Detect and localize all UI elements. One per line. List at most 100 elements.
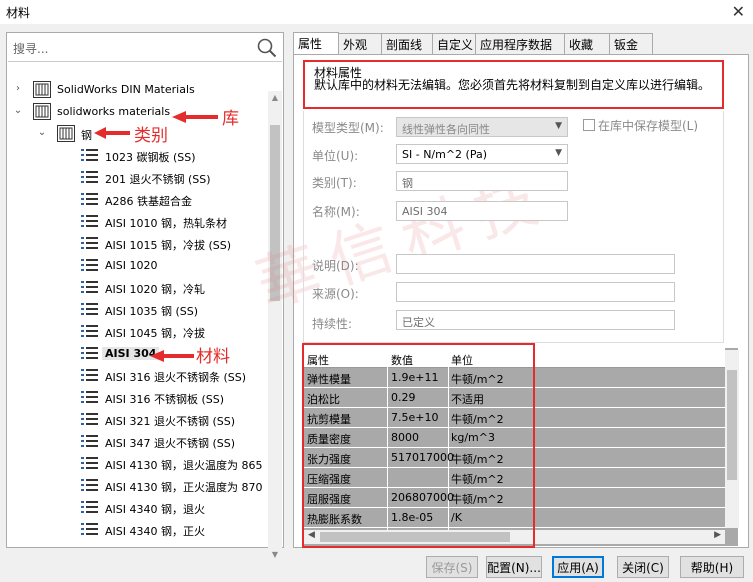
- material-label: AISI 347 退火不锈钢 (SS): [105, 437, 236, 450]
- material-label: AISI 1010 钢，热轧条材: [105, 217, 227, 230]
- tab-6[interactable]: 钣金: [609, 33, 653, 54]
- library-annotation-arrow-icon: [172, 111, 218, 123]
- material-icon: [81, 258, 98, 273]
- name-label: 名称(M):: [312, 205, 360, 219]
- save-in-library-label: 在库中保存模型(L): [598, 119, 699, 133]
- library-icon: [33, 103, 51, 120]
- tab-4[interactable]: 应用程序数据: [475, 33, 565, 54]
- material-tree[interactable]: › SolidWorks DIN Materials ⌄ solidworks mat…: [7, 79, 269, 547]
- chevron-down-icon[interactable]: ⌄: [37, 127, 47, 138]
- material-icon: [81, 412, 98, 427]
- close-button[interactable]: 关闭(C): [617, 556, 669, 578]
- tree-material-item[interactable]: AISI 1020 钢，冷轧: [7, 277, 269, 299]
- library-icon: [33, 81, 51, 98]
- tree-material-item[interactable]: AISI 1010 钢，热轧条材: [7, 211, 269, 233]
- apply-button[interactable]: 应用(A): [552, 556, 604, 578]
- chevron-down-icon[interactable]: ▼: [555, 148, 562, 158]
- material-icon: [81, 170, 98, 185]
- tab-2[interactable]: 剖面线: [381, 33, 433, 54]
- material-label: AISI 1045 钢，冷拔: [105, 327, 205, 340]
- search-icon[interactable]: [256, 37, 278, 59]
- tree-material-item[interactable]: AISI 321 退火不锈钢 (SS): [7, 409, 269, 431]
- sustainability-value: 已定义: [402, 316, 435, 329]
- tree-material-item[interactable]: AISI 1035 钢 (SS): [7, 299, 269, 321]
- material-label: AISI 4340 钢，正火: [105, 525, 205, 538]
- model-type-select: 线性弹性各向同性 ▼: [396, 117, 568, 137]
- table-vertical-scrollbar[interactable]: [725, 350, 739, 528]
- search-input[interactable]: 搜寻...: [13, 40, 48, 57]
- tree-library-item[interactable]: › SolidWorks DIN Materials: [7, 79, 269, 101]
- description-field[interactable]: [396, 254, 675, 274]
- help-button[interactable]: 帮助(H): [680, 556, 744, 578]
- tree-material-item[interactable]: AISI 1045 钢，冷拔: [7, 321, 269, 343]
- tree-scrollbar[interactable]: ▲ ▼: [268, 91, 282, 561]
- scroll-right-icon[interactable]: ▶: [714, 530, 721, 540]
- tree-material-item[interactable]: A286 铁基超合金: [7, 189, 269, 211]
- units-select[interactable]: SI - N/m^2 (Pa) ▼: [396, 144, 568, 164]
- tree-material-item[interactable]: AISI 316 退火不锈钢条 (SS): [7, 365, 269, 387]
- tab-5[interactable]: 收藏: [564, 33, 610, 54]
- sustainability-field[interactable]: 已定义: [396, 310, 675, 330]
- material-icon: [81, 522, 98, 537]
- tree-material-item[interactable]: AISI 1015 钢，冷拔 (SS): [7, 233, 269, 255]
- material-label: AISI 1035 钢 (SS): [105, 305, 199, 318]
- library-label: SolidWorks DIN Materials: [57, 83, 195, 96]
- tree-material-item[interactable]: 1023 碳钢板 (SS): [7, 145, 269, 167]
- name-value: AISI 304: [402, 205, 448, 218]
- material-label: AISI 1020: [105, 259, 158, 272]
- tree-material-item[interactable]: AISI 1020: [7, 255, 269, 277]
- tree-material-item[interactable]: AISI 347 退火不锈钢 (SS): [7, 431, 269, 453]
- tree-material-item[interactable]: 201 退火不锈钢 (SS): [7, 167, 269, 189]
- material-icon: [81, 148, 98, 163]
- material-icon: [81, 324, 98, 339]
- sustainability-label: 持续性:: [312, 317, 353, 331]
- tab-0[interactable]: 属性: [293, 32, 339, 55]
- material-annotation: 材料: [196, 347, 230, 367]
- chevron-down-icon: ▼: [555, 121, 562, 131]
- name-field[interactable]: AISI 304: [396, 201, 568, 221]
- scroll-up-icon[interactable]: ▲: [268, 93, 282, 102]
- tree-material-item[interactable]: AISI 316 不锈钢板 (SS): [7, 387, 269, 409]
- material-icon: [81, 280, 98, 295]
- save-in-library-checkbox[interactable]: [583, 119, 595, 131]
- material-label: AISI 4130 钢，正火温度为 870: [105, 481, 263, 494]
- material-label: 201 退火不锈钢 (SS): [105, 173, 211, 186]
- source-label: 来源(O):: [312, 287, 359, 301]
- material-label: AISI 4130 钢，退火温度为 865: [105, 459, 263, 472]
- close-icon[interactable]: ✕: [732, 2, 745, 21]
- tree-material-item[interactable]: AISI 4130 钢，退火温度为 865: [7, 453, 269, 475]
- category-field[interactable]: 钢: [396, 171, 568, 191]
- tree-scroll-thumb[interactable]: [270, 125, 280, 301]
- tree-material-item[interactable]: AISI 4340 钢，正火: [7, 519, 269, 541]
- source-field[interactable]: [396, 282, 675, 302]
- units-label: 单位(U):: [312, 149, 359, 163]
- table-annotation-box: [302, 343, 535, 548]
- tree-material-item[interactable]: AISI 4130 钢，正火温度为 870: [7, 475, 269, 497]
- read-only-message: 默认库中的材料无法编辑。您必须首先将材料复制到自定义库以进行编辑。: [314, 78, 711, 92]
- tab-3[interactable]: 自定义: [432, 33, 476, 54]
- material-label: AISI 316 不锈钢板 (SS): [105, 393, 225, 406]
- category-value: 钢: [402, 177, 413, 190]
- tree-material-item[interactable]: AISI 4340 钢，退火: [7, 497, 269, 519]
- model-type-label: 模型类型(M):: [312, 121, 384, 135]
- material-icon: [81, 236, 98, 251]
- chevron-down-icon[interactable]: ⌄: [13, 105, 23, 116]
- scroll-down-icon[interactable]: ▼: [268, 550, 282, 559]
- chevron-right-icon[interactable]: ›: [13, 83, 23, 94]
- search-box[interactable]: 搜寻...: [8, 34, 282, 62]
- material-icon: [81, 346, 98, 361]
- material-properties-notice: 材料属性 默认库中的材料无法编辑。您必须首先将材料复制到自定义库以进行编辑。: [303, 60, 724, 109]
- material-label: A286 铁基超合金: [105, 195, 193, 208]
- material-label: AISI 4340 钢，退火: [105, 503, 205, 516]
- material-icon: [81, 192, 98, 207]
- tab-1[interactable]: 外观: [338, 33, 382, 54]
- material-icon: [81, 434, 98, 449]
- material-label: AISI 321 退火不锈钢 (SS): [105, 415, 236, 428]
- save-button[interactable]: 保存(S): [426, 556, 478, 578]
- description-label: 说明(D):: [312, 259, 359, 273]
- title-bar: 材料 ✕: [0, 0, 753, 24]
- config-button[interactable]: 配置(N)...: [486, 556, 542, 578]
- category-label: 钢: [81, 129, 92, 142]
- table-vscroll-thumb[interactable]: [727, 370, 737, 480]
- material-icon: [81, 368, 98, 383]
